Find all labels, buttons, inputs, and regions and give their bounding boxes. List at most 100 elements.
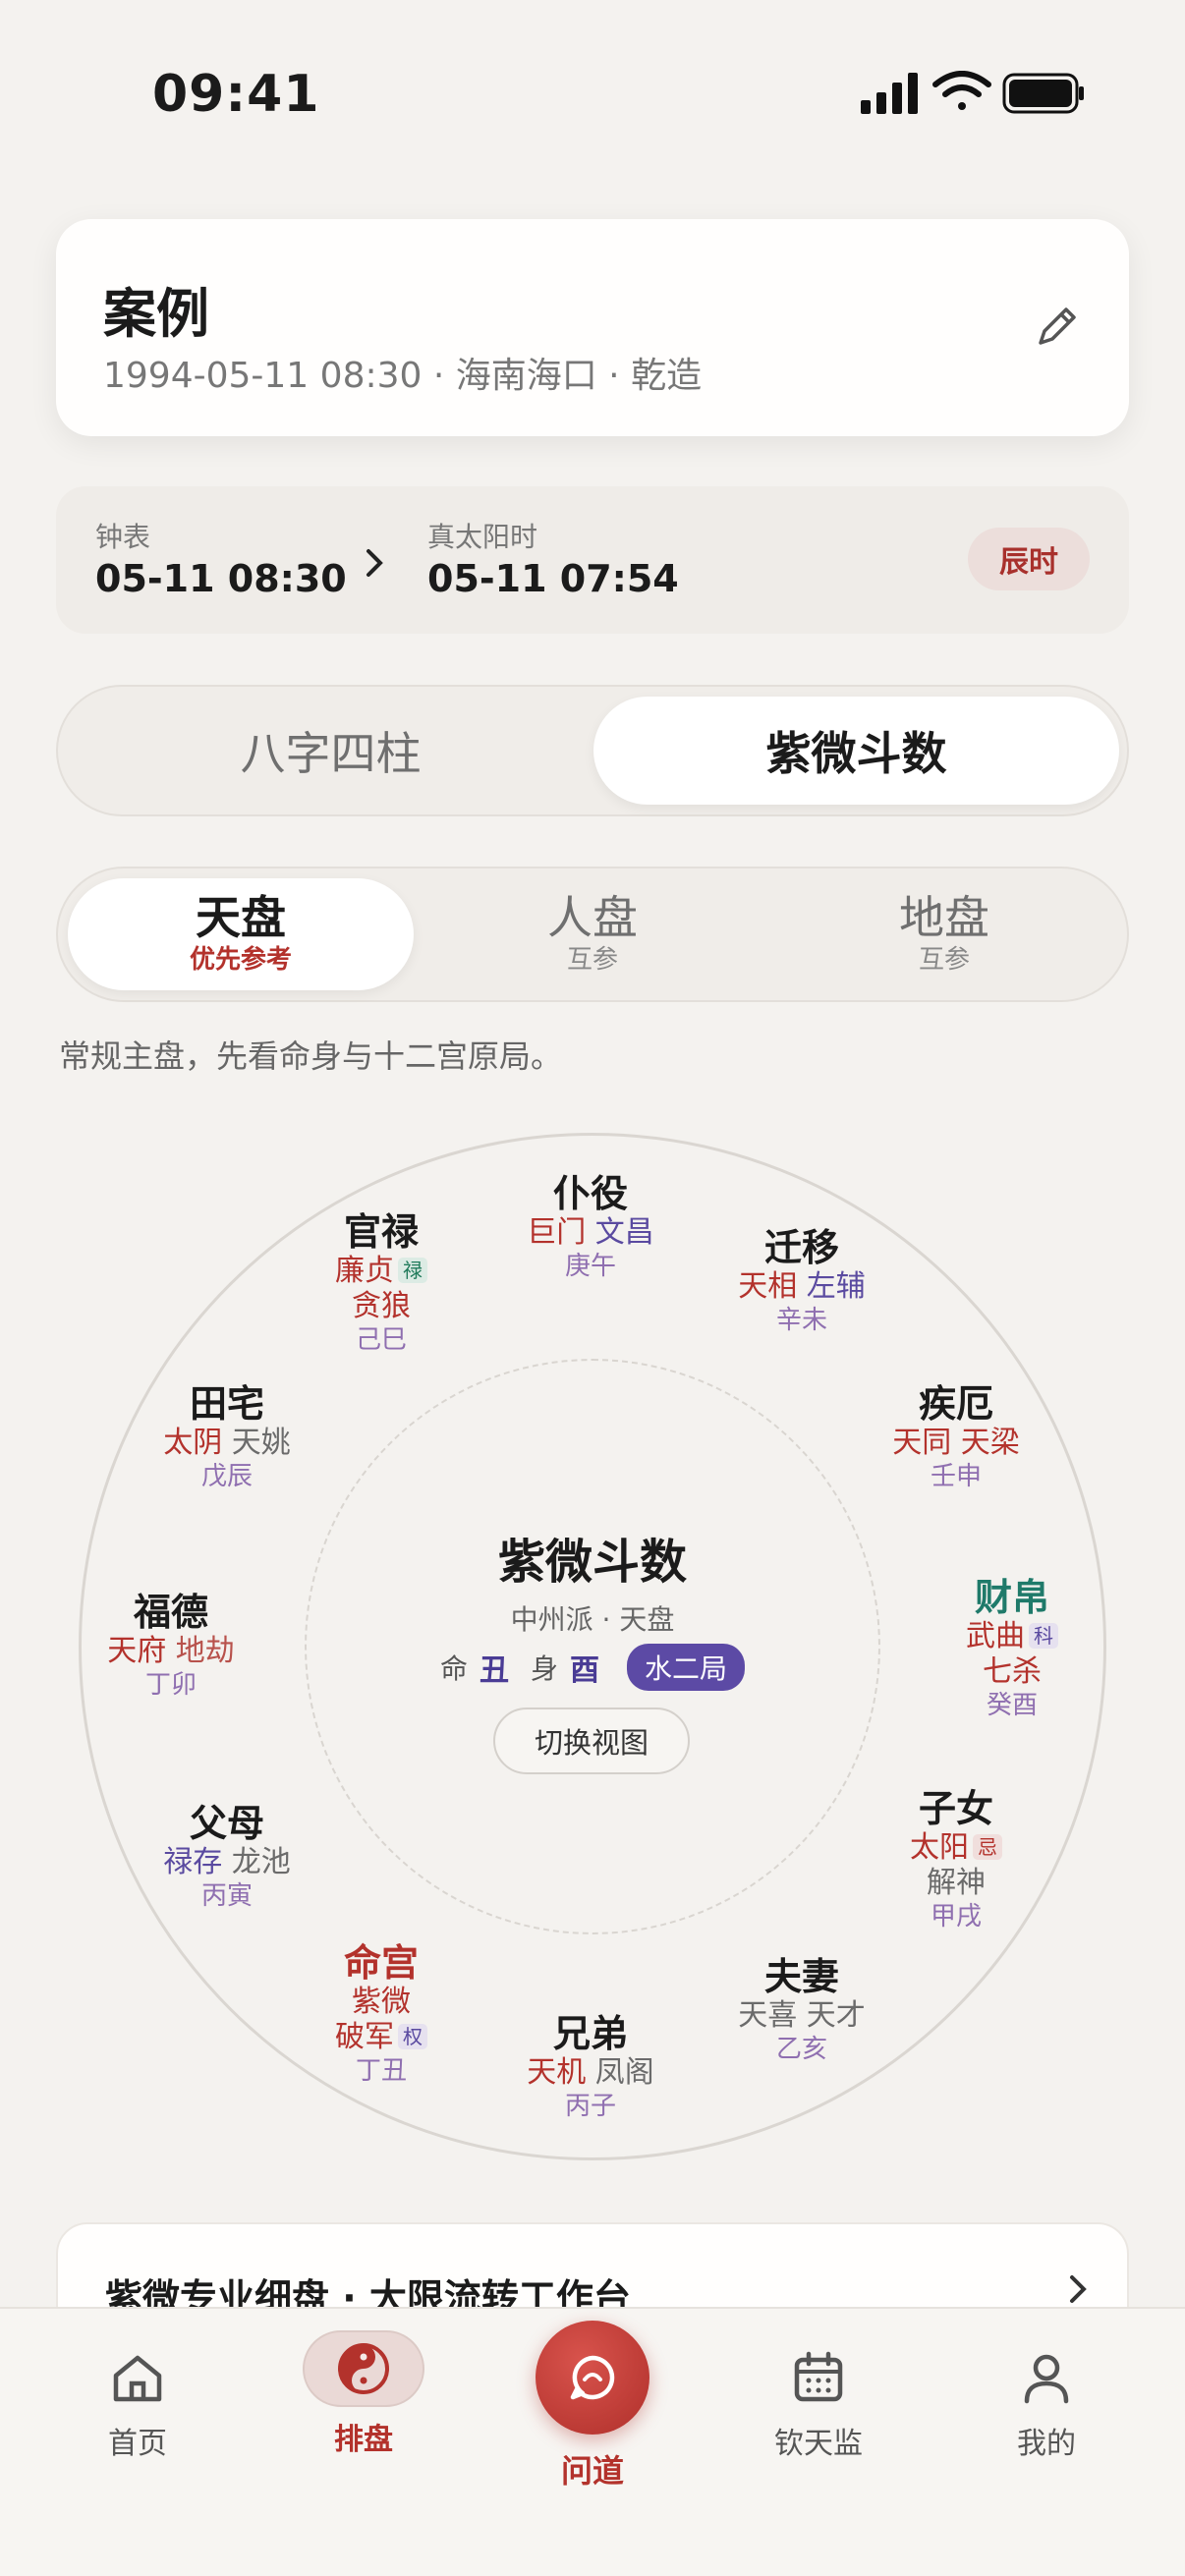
tab-renpan-sub: 互参: [566, 945, 618, 975]
palace-minggong[interactable]: 命宫 紫微 破军权 丁丑: [335, 1941, 427, 2087]
tab-profile[interactable]: 我的: [948, 2346, 1145, 2462]
tab-tianpan[interactable]: 天盘 优先参考: [68, 878, 414, 990]
palace-name: 迁移: [763, 1226, 840, 1269]
palace-caibo[interactable]: 财帛 武曲科 七杀 癸酉: [966, 1576, 1058, 1721]
case-title: 案例: [103, 283, 209, 345]
palace-tianzhai[interactable]: 田宅 太阴 天姚 戊辰: [163, 1382, 291, 1492]
star: 破军: [335, 2020, 394, 2054]
tab-tianpan-sub: 优先参考: [189, 945, 292, 975]
palace-name: 官禄: [343, 1210, 419, 1254]
tab-dipan-sub: 互参: [918, 945, 970, 975]
palace-qianyi[interactable]: 迁移 天相 左辅 辛未: [738, 1226, 866, 1336]
star: 天同: [892, 1426, 952, 1460]
ganzhi: 壬申: [930, 1462, 983, 1491]
palace-puyi[interactable]: 仆役 巨门 文昌 庚午: [527, 1172, 654, 1282]
battery-icon: [1002, 73, 1084, 114]
ganzhi: 丁丑: [355, 2056, 407, 2086]
star: 贪狼: [352, 1289, 411, 1323]
ganzhi: 丁卯: [144, 1670, 198, 1700]
tab-bazi[interactable]: 八字四柱: [68, 697, 593, 805]
solar-label: 真太阳时: [427, 521, 538, 553]
star: 天梁: [960, 1426, 1020, 1460]
ganzhi: 乙亥: [775, 2035, 828, 2064]
palace-fumu[interactable]: 父母 禄存 龙池 丙寅: [163, 1802, 291, 1912]
calendar-icon: [794, 2351, 843, 2402]
star: 七杀: [983, 1654, 1042, 1689]
case-card[interactable]: 案例 1994-05-11 08:30 · 海南海口 · 乾造: [56, 219, 1129, 436]
palace-name: 兄弟: [552, 2012, 629, 2055]
ganzhi: 癸酉: [986, 1691, 1038, 1720]
palace-name: 子女: [918, 1787, 993, 1830]
tab-qintianjian-label: 钦天监: [774, 2427, 863, 2461]
ganzhi: 丙寅: [200, 1881, 254, 1911]
palace-name: 夫妻: [763, 1955, 840, 1998]
signal-icon: [861, 73, 918, 114]
active-pill: [303, 2330, 424, 2407]
palace-name: 仆役: [552, 1172, 629, 1215]
chart-center-title: 紫微斗数: [497, 1535, 688, 1590]
chevron-right-icon: [1070, 2275, 1087, 2303]
ju-badge: 水二局: [627, 1644, 746, 1691]
main-segmented-control: 八字四柱 紫微斗数: [56, 685, 1129, 816]
star: 武曲: [966, 1619, 1025, 1653]
ming-shen-row: 命 丑 身 酉 水二局: [440, 1644, 746, 1691]
star: 天机: [527, 2055, 587, 2090]
status-time: 09:41: [152, 65, 320, 124]
palace-name: 命宫: [343, 1941, 419, 1985]
tab-dipan[interactable]: 地盘 互参: [771, 878, 1117, 990]
palace-jie[interactable]: 疾厄 天同 天梁 壬申: [892, 1382, 1020, 1492]
hua-tag: 禄: [398, 1258, 427, 1283]
tab-dipan-label: 地盘: [899, 891, 989, 944]
palace-fuqi[interactable]: 夫妻 天喜 天才 乙亥: [738, 1955, 866, 2065]
star: 巨门: [527, 1215, 587, 1250]
wendao-fab-button[interactable]: [536, 2321, 649, 2435]
chart-center-subtitle: 中州派 · 天盘: [510, 1603, 675, 1636]
hua-tag: 科: [1029, 1623, 1058, 1649]
tab-profile-label: 我的: [1017, 2427, 1076, 2461]
star: 廉贞: [335, 1254, 394, 1288]
palace-name: 疾厄: [918, 1382, 994, 1426]
tab-home-label: 首页: [108, 2427, 167, 2461]
tab-renpan[interactable]: 人盘 互参: [420, 878, 765, 990]
shen-value: 酉: [570, 1653, 600, 1688]
tab-wendao-label[interactable]: 问道: [561, 2446, 624, 2492]
star: 天才: [806, 1998, 866, 2033]
palace-name: 财帛: [974, 1576, 1049, 1619]
edit-icon[interactable]: [1027, 298, 1086, 357]
chevron-right-icon: [367, 549, 383, 577]
star: 天府: [107, 1634, 167, 1668]
star: 地劫: [175, 1634, 235, 1668]
person-icon: [1024, 2354, 1069, 2404]
palace-zinv[interactable]: 子女 太阳忌 解神 甲戌: [910, 1787, 1002, 1932]
ganzhi: 庚午: [564, 1252, 617, 1281]
ganzhi: 己巳: [355, 1325, 407, 1355]
status-icons: [861, 71, 1084, 114]
tab-ziwei[interactable]: 紫微斗数: [593, 697, 1119, 805]
star: 天相: [738, 1269, 798, 1304]
hua-tag: 权: [398, 2024, 427, 2049]
palace-name: 田宅: [189, 1382, 265, 1426]
ganzhi: 辛未: [775, 1306, 828, 1335]
palace-xiongdi[interactable]: 兄弟 天机 凤阁 丙子: [527, 2012, 654, 2122]
wifi-icon: [932, 71, 991, 110]
shen-label: 身: [530, 1652, 559, 1685]
time-row: 钟表 05-11 08:30 真太阳时 05-11 07:54 辰时: [56, 486, 1129, 634]
switch-view-button[interactable]: 切换视图: [493, 1708, 690, 1774]
case-subtitle: 1994-05-11 08:30 · 海南海口 · 乾造: [103, 356, 703, 396]
star: 太阴: [163, 1426, 223, 1460]
palace-fude[interactable]: 福德 天府 地劫 丁卯: [107, 1591, 235, 1701]
ganzhi: 甲戌: [930, 1902, 982, 1932]
tab-qintianjian[interactable]: 钦天监: [720, 2346, 917, 2462]
star: 龙池: [231, 1845, 291, 1879]
tab-home[interactable]: 首页: [39, 2346, 236, 2462]
star: 紫微: [352, 1985, 411, 2019]
palace-guanlu[interactable]: 官禄 廉贞禄 贪狼 己巳: [335, 1210, 427, 1356]
chat-icon: [570, 2355, 615, 2400]
tab-paipan-label: 排盘: [334, 2423, 393, 2457]
solar-value: 05-11 07:54: [427, 557, 679, 600]
ganzhi: 戊辰: [200, 1462, 254, 1491]
tab-paipan[interactable]: 排盘: [265, 2330, 462, 2458]
clock-label: 钟表: [95, 521, 151, 553]
star: 解神: [927, 1866, 986, 1900]
ganzhi: 丙子: [564, 2092, 617, 2121]
